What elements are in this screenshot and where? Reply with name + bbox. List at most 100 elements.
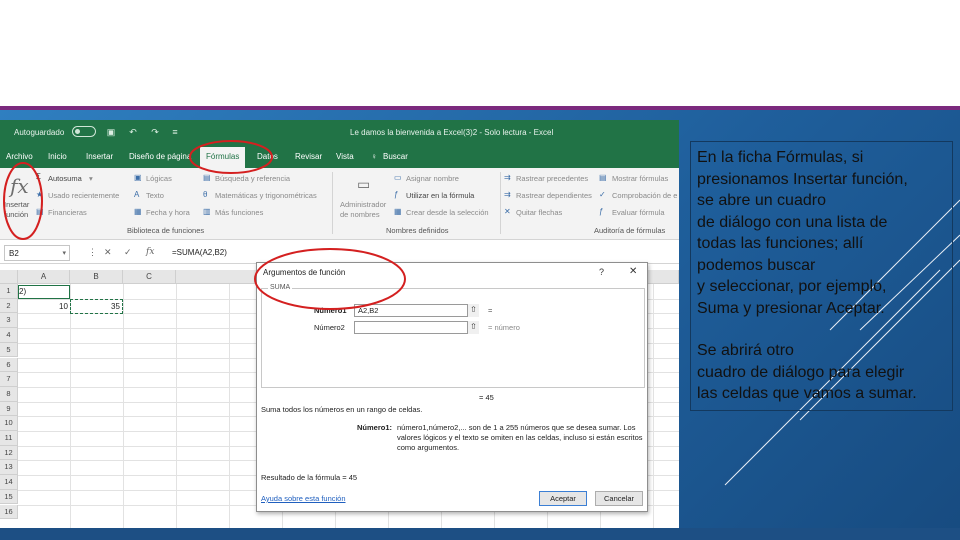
row-header[interactable]: 11 xyxy=(0,431,18,446)
lookup-icon: ▤ xyxy=(203,173,211,182)
math-button[interactable]: Matemáticas y trigonométricas xyxy=(215,191,317,200)
more-functions-icon: ▥ xyxy=(203,207,211,216)
row-header[interactable]: 10 xyxy=(0,416,18,431)
show-formulas-button[interactable]: Mostrar fórmulas xyxy=(612,174,668,183)
more-icon: ⋮ xyxy=(88,247,97,257)
evaluate-formula-button[interactable]: Evaluar fórmula xyxy=(612,208,665,217)
define-name-button[interactable]: Asignar nombre xyxy=(406,174,459,183)
tab-formulas[interactable]: Fórmulas xyxy=(200,147,246,168)
financial-button[interactable]: Financieras xyxy=(48,208,87,217)
chevron-down-icon[interactable]: ▾ xyxy=(89,174,93,183)
param-name: Número1: xyxy=(357,423,393,432)
enter-icon[interactable]: ✓ xyxy=(124,247,132,258)
fx-icon[interactable]: fx xyxy=(146,247,154,257)
lookup-button[interactable]: Búsqueda y referencia xyxy=(215,174,290,183)
gridline xyxy=(123,284,124,528)
row-header[interactable]: 6 xyxy=(0,357,18,373)
help-link[interactable]: Ayuda sobre esta función xyxy=(261,494,346,503)
arg2-input[interactable] xyxy=(354,321,479,334)
collapse-arrow-icon[interactable]: ⇧ xyxy=(467,321,479,334)
cancel-icon[interactable]: ✕ xyxy=(104,247,112,258)
undo-icon[interactable]: ↶ xyxy=(128,127,138,137)
define-name-icon: ▭ xyxy=(394,173,402,182)
row-header[interactable]: 7 xyxy=(0,372,18,387)
tab-data[interactable]: Datos xyxy=(257,152,278,161)
row-header[interactable]: 15 xyxy=(0,489,18,505)
tab-insert[interactable]: Insertar xyxy=(86,152,113,161)
error-checking-button[interactable]: Comprobación de e xyxy=(612,191,677,200)
logical-button[interactable]: Lógicas xyxy=(146,174,172,183)
more-functions-button[interactable]: Más funciones xyxy=(215,208,263,217)
name-box-value: B2 xyxy=(9,249,19,258)
tab-review[interactable]: Revisar xyxy=(295,152,322,161)
tab-home[interactable]: Inicio xyxy=(48,152,67,161)
row-header[interactable]: 13 xyxy=(0,460,18,476)
arg2-result: = número xyxy=(488,323,520,332)
column-header-b[interactable]: B xyxy=(70,270,123,284)
row-header[interactable]: 14 xyxy=(0,475,18,490)
ok-button[interactable]: Aceptar xyxy=(539,491,587,506)
cell-a2[interactable]: 10 xyxy=(59,302,68,311)
text-button[interactable]: Texto xyxy=(146,191,164,200)
autosave-toggle[interactable] xyxy=(72,126,96,137)
window-title: Le damos la bienvenida a Excel(3)2 - Sol… xyxy=(350,128,554,137)
customize-icon[interactable]: ≡ xyxy=(170,127,180,137)
row-header[interactable]: 8 xyxy=(0,386,18,402)
close-button[interactable]: ✕ xyxy=(629,266,637,277)
remove-arrows-button[interactable]: Quitar flechas xyxy=(516,208,562,217)
row-header[interactable]: 4 xyxy=(0,328,18,343)
calendar-icon: ▦ xyxy=(134,207,142,216)
row-header[interactable]: 5 xyxy=(0,342,18,358)
lightbulb-icon: ♀ xyxy=(371,152,377,161)
insert-function-button[interactable]: Insertar función xyxy=(4,200,29,220)
formula-input[interactable]: =SUMA(A2,B2) xyxy=(172,248,227,257)
param-description-line: número1,número2,... son de 1 a 255 númer… xyxy=(397,423,636,432)
row-header[interactable]: 12 xyxy=(0,445,18,461)
arg1-result: = xyxy=(488,306,493,315)
tab-file[interactable]: Archivo xyxy=(6,152,33,161)
row-header[interactable]: 16 xyxy=(0,504,18,520)
function-name: SUMA xyxy=(268,284,293,291)
column-header-c[interactable]: C xyxy=(123,270,176,284)
row-header[interactable]: 9 xyxy=(0,401,18,417)
redo-icon[interactable]: ↷ xyxy=(150,127,160,137)
select-all-corner[interactable] xyxy=(0,270,18,284)
trace-precedents-icon: ⇉ xyxy=(504,173,511,182)
cancel-button[interactable]: Cancelar xyxy=(595,491,643,506)
cell-a1[interactable]: 2) xyxy=(19,287,26,296)
column-header-a[interactable]: A xyxy=(18,270,70,284)
total-result: = 45 xyxy=(479,393,494,402)
ribbon-tabs: Archivo Inicio Insertar Diseño de página… xyxy=(0,144,679,168)
datetime-button[interactable]: Fecha y hora xyxy=(146,208,190,217)
name-manager-button[interactable]: Administrador de nombres xyxy=(340,200,386,220)
text-icon: A xyxy=(134,190,140,199)
autosave-label: Autoguardado xyxy=(14,128,65,137)
create-from-selection-icon: ▦ xyxy=(394,207,402,216)
chevron-down-icon[interactable]: ▾ xyxy=(62,249,66,257)
insert-function-icon[interactable]: fx xyxy=(10,174,29,198)
create-from-selection-button[interactable]: Crear desde la selección xyxy=(406,208,489,217)
trace-dependents-button[interactable]: Rastrear dependientes xyxy=(516,191,592,200)
help-button[interactable]: ? xyxy=(599,267,604,277)
row-header[interactable]: 1 xyxy=(0,284,18,299)
search-tab[interactable]: Buscar xyxy=(383,152,408,161)
arg1-input[interactable]: A2,B2 xyxy=(354,304,479,317)
error-checking-icon: ✓ xyxy=(599,190,606,199)
tab-view[interactable]: Vista xyxy=(336,152,354,161)
formula-bar: B2 ▾ ⋮ ✕ ✓ fx =SUMA(A2,B2) xyxy=(0,242,679,264)
autosum-button[interactable]: Autosuma xyxy=(48,174,82,183)
name-box[interactable]: B2 ▾ xyxy=(4,245,70,261)
cell-b2[interactable]: 35 xyxy=(111,302,120,311)
explanation-text-box: En la ficha Fórmulas, si presionamos Ins… xyxy=(690,141,953,411)
row-header[interactable]: 3 xyxy=(0,313,18,329)
show-formulas-icon: ▤ xyxy=(599,173,607,182)
row-header[interactable]: 2 xyxy=(0,298,18,314)
use-in-formula-button[interactable]: Utilizar en la fórmula xyxy=(406,191,474,200)
title-bar: Autoguardado ▣ ↶ ↷ ≡ Le damos la bienven… xyxy=(0,120,679,144)
recent-button[interactable]: Usado recientemente xyxy=(48,191,119,200)
ribbon: fx Insertar función Σ Autosuma ▾ ★ Usado… xyxy=(0,168,679,240)
trace-precedents-button[interactable]: Rastrear precedentes xyxy=(516,174,588,183)
collapse-arrow-icon[interactable]: ⇧ xyxy=(467,304,479,317)
save-icon[interactable]: ▣ xyxy=(106,127,116,137)
tab-page-layout[interactable]: Diseño de página xyxy=(129,152,191,161)
